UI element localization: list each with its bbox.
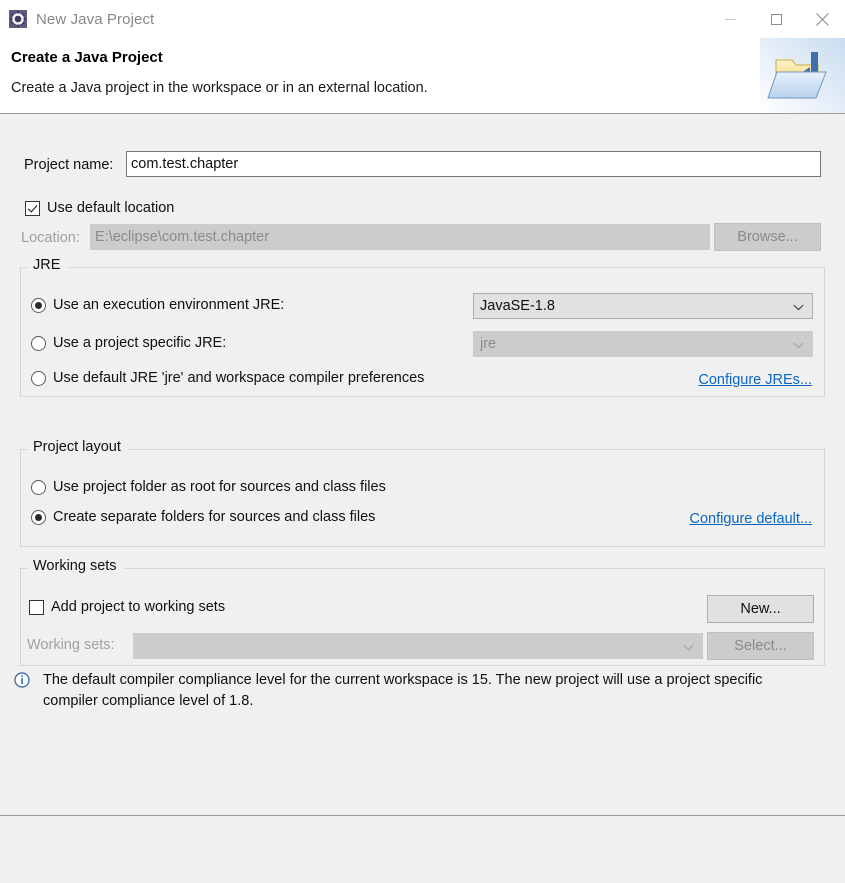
chevron-down-icon <box>793 304 804 311</box>
minimize-icon <box>724 18 736 20</box>
working-sets-group-title: Working sets <box>30 558 120 574</box>
jre-option-project-specific[interactable]: Use a project specific JRE: <box>31 335 226 351</box>
execution-environment-value: JavaSE-1.8 <box>480 298 555 314</box>
configure-default-link[interactable]: Configure default... <box>689 511 812 527</box>
jre-option-execution-environment[interactable]: Use an execution environment JRE: <box>31 297 284 313</box>
new-working-set-button[interactable]: New... <box>707 595 814 623</box>
close-button[interactable] <box>799 0 845 38</box>
location-label: Location: <box>21 230 80 246</box>
browse-button[interactable]: Browse... <box>714 223 821 251</box>
select-working-set-button[interactable]: Select... <box>707 632 814 660</box>
layout-separate-folders-radio[interactable] <box>31 509 46 525</box>
jre-project-specific-radio[interactable] <box>31 335 46 351</box>
new-java-project-dialog: New Java Project Create a Java Project C… <box>0 0 845 883</box>
project-layout-group: Project layout Use project folder as roo… <box>20 439 825 547</box>
chevron-down-icon <box>683 644 694 651</box>
status-message-text: The default compiler compliance level fo… <box>43 672 763 709</box>
configure-jres-link[interactable]: Configure JREs... <box>698 372 812 388</box>
page-title: Create a Java Project <box>11 49 163 66</box>
java-project-folder-icon <box>760 38 845 113</box>
layout-project-folder-label: Use project folder as root for sources a… <box>53 479 386 495</box>
maximize-button[interactable] <box>753 0 799 38</box>
add-to-working-sets-row[interactable]: Add project to working sets <box>29 599 225 615</box>
use-default-location-row[interactable]: Use default location <box>25 200 174 216</box>
jre-option-default[interactable]: Use default JRE 'jre' and workspace comp… <box>31 370 424 386</box>
jre-execution-environment-radio[interactable] <box>31 297 46 313</box>
jre-default-radio[interactable] <box>31 370 46 386</box>
add-to-working-sets-label: Add project to working sets <box>51 599 226 615</box>
project-name-label: Project name: <box>24 157 114 173</box>
use-default-location-label: Use default location <box>47 200 175 216</box>
layout-separate-folders-label: Create separate folders for sources and … <box>53 509 376 525</box>
project-specific-jre-combo[interactable]: jre <box>473 331 813 357</box>
layout-option-separate-folders[interactable]: Create separate folders for sources and … <box>31 509 375 525</box>
location-input[interactable]: E:\eclipse\com.test.chapter <box>90 224 710 250</box>
chevron-down-icon <box>793 342 804 349</box>
dialog-content: Project name: com.test.chapter Use defau… <box>0 115 845 815</box>
project-name-input[interactable]: com.test.chapter <box>126 151 821 177</box>
title-bar: New Java Project <box>0 0 845 38</box>
layout-option-project-folder[interactable]: Use project folder as root for sources a… <box>31 479 386 495</box>
minimize-button[interactable] <box>707 0 753 38</box>
window-title: New Java Project <box>36 10 155 28</box>
execution-environment-combo[interactable]: JavaSE-1.8 <box>473 293 813 319</box>
jre-group-title: JRE <box>30 257 64 273</box>
layout-project-folder-radio[interactable] <box>31 479 46 495</box>
jre-group: JRE Use an execution environment JRE: Ja… <box>20 257 825 397</box>
working-sets-label: Working sets: <box>27 637 115 653</box>
working-sets-group: Working sets Add project to working sets… <box>20 558 825 666</box>
close-icon <box>815 12 829 26</box>
jre-execution-environment-label: Use an execution environment JRE: <box>53 297 285 313</box>
java-project-wizard-icon <box>9 10 27 28</box>
jre-project-specific-label: Use a project specific JRE: <box>53 335 227 351</box>
add-to-working-sets-checkbox[interactable] <box>29 599 44 615</box>
dialog-header: Create a Java Project Create a Java proj… <box>0 38 845 114</box>
page-description: Create a Java project in the workspace o… <box>11 80 428 96</box>
dialog-button-bar: ? < Back Next > Finish Cancel <box>0 816 845 883</box>
status-message-row: The default compiler compliance level fo… <box>14 670 829 712</box>
project-specific-jre-value: jre <box>480 336 497 352</box>
info-icon <box>14 672 30 688</box>
use-default-location-checkbox[interactable] <box>25 200 40 216</box>
working-sets-combo[interactable] <box>133 633 703 659</box>
project-layout-group-title: Project layout <box>30 439 124 455</box>
window-controls <box>707 0 845 38</box>
jre-default-label: Use default JRE 'jre' and workspace comp… <box>53 370 425 386</box>
maximize-icon <box>770 13 782 25</box>
